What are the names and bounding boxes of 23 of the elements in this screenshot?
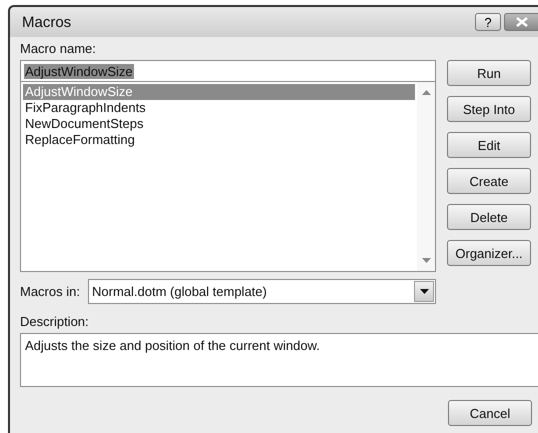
macro-list-item[interactable]: ReplaceFormatting [23,132,415,148]
field-label: Description: [20,314,90,330]
field-label: Macros in: [20,284,81,300]
macro-name-field[interactable]: AdjustWindowSize [20,60,436,82]
close-icon [516,17,528,27]
window-title: Macros [22,14,72,30]
field-label: Macro name: [20,41,97,57]
cancel-button[interactable]: Cancel [448,400,532,426]
dropdown-arrow-icon[interactable] [420,289,428,294]
help-button[interactable]: ? [475,13,501,31]
macro-list-item[interactable]: FixParagraphIndents [23,100,415,116]
dialog-button[interactable]: Organizer... [447,240,531,266]
macros-in-dropdown[interactable]: Normal.dotm (global template) [88,279,436,304]
dialog-button[interactable]: Edit [447,132,531,158]
macro-list-item[interactable]: NewDocumentSteps [23,116,415,132]
dialog-button[interactable]: Create [447,168,531,194]
scroll-down-icon[interactable] [422,258,430,263]
description-field: Adjusts the size and position of the current window. [20,333,538,387]
dialog-button[interactable]: Run [447,60,531,86]
dialog-button[interactable]: Step Into [447,96,531,122]
dialog-button[interactable]: Delete [447,204,531,230]
close-button[interactable] [504,13,538,31]
scroll-up-icon[interactable] [422,90,430,95]
